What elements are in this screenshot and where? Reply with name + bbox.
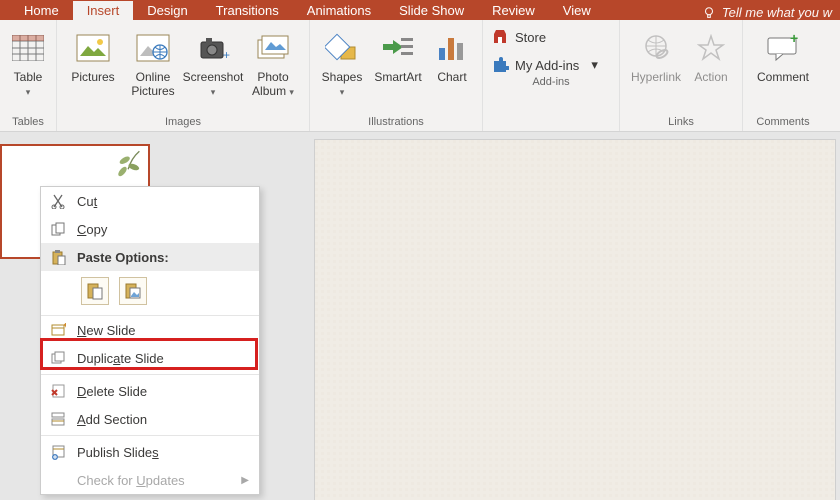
paste-icon bbox=[49, 248, 67, 266]
tab-view[interactable]: View bbox=[549, 1, 605, 20]
tab-home[interactable]: Home bbox=[10, 1, 73, 20]
table-icon bbox=[8, 28, 48, 68]
chart-icon bbox=[432, 28, 472, 68]
new-slide-icon: ✦ bbox=[49, 321, 67, 339]
online-pictures-button[interactable]: Online Pictures bbox=[125, 24, 181, 99]
tab-transitions[interactable]: Transitions bbox=[202, 1, 293, 20]
action-button[interactable]: Action bbox=[688, 24, 734, 85]
delete-slide-icon bbox=[49, 382, 67, 400]
ribbon: Table▾ Tables Pictures Online Pictures + bbox=[0, 20, 840, 132]
svg-text:+: + bbox=[790, 34, 798, 46]
context-paste-options-header: Paste Options: bbox=[41, 243, 259, 271]
copy-icon bbox=[49, 220, 67, 238]
shapes-button[interactable]: Shapes▾ bbox=[318, 24, 366, 99]
context-add-section[interactable]: Add Section bbox=[41, 405, 259, 433]
group-label-links: Links bbox=[628, 114, 734, 131]
slide-context-menu: Cut Copy Paste Options: ✦ New Slide Dupl… bbox=[40, 186, 260, 495]
duplicate-slide-icon bbox=[49, 349, 67, 367]
svg-text:+: + bbox=[223, 48, 230, 62]
tab-slideshow[interactable]: Slide Show bbox=[385, 1, 478, 20]
group-label-images: Images bbox=[65, 114, 301, 131]
publish-slides-icon bbox=[49, 443, 67, 461]
context-check-updates: Check for Updates ▶ bbox=[41, 466, 259, 494]
tell-me-search[interactable]: Tell me what you w bbox=[702, 5, 840, 20]
group-illustrations: Shapes▾ SmartArt Chart Illustrations bbox=[310, 20, 483, 131]
tab-animations[interactable]: Animations bbox=[293, 1, 385, 20]
group-label-tables: Tables bbox=[8, 114, 48, 131]
context-copy[interactable]: Copy bbox=[41, 215, 259, 243]
group-label-illustrations: Illustrations bbox=[318, 114, 474, 131]
context-new-slide[interactable]: ✦ New Slide bbox=[41, 316, 259, 344]
my-addins-button[interactable]: My Add-ins ▾ bbox=[491, 56, 611, 74]
group-links: Hyperlink Action Links bbox=[620, 20, 743, 131]
paste-as-picture[interactable] bbox=[119, 277, 147, 305]
group-label-comments: Comments bbox=[751, 114, 815, 131]
tab-review[interactable]: Review bbox=[478, 1, 549, 20]
addins-icon bbox=[491, 56, 509, 74]
tab-design[interactable]: Design bbox=[133, 1, 201, 20]
screenshot-icon: + bbox=[193, 28, 233, 68]
submenu-arrow-icon: ▶ bbox=[241, 475, 249, 486]
store-button[interactable]: Store bbox=[491, 28, 611, 46]
group-label-addins: Add-ins bbox=[491, 74, 611, 91]
smartart-button[interactable]: SmartArt bbox=[370, 24, 426, 85]
context-delete-slide[interactable]: Delete Slide bbox=[41, 377, 259, 405]
photo-album-button[interactable]: Photo Album ▾ bbox=[245, 24, 301, 99]
ribbon-tabs: Home Insert Design Transitions Animation… bbox=[0, 0, 840, 20]
comment-button[interactable]: + Comment bbox=[751, 24, 815, 85]
paste-options-row bbox=[41, 271, 259, 316]
store-icon bbox=[491, 28, 509, 46]
pictures-button[interactable]: Pictures bbox=[65, 24, 121, 85]
cut-icon bbox=[49, 192, 67, 210]
group-tables: Table▾ Tables bbox=[0, 20, 57, 131]
smartart-icon bbox=[378, 28, 418, 68]
add-section-icon bbox=[49, 410, 67, 428]
comment-icon: + bbox=[763, 28, 803, 68]
lightbulb-icon bbox=[702, 6, 716, 20]
photo-album-icon bbox=[253, 28, 293, 68]
group-images: Pictures Online Pictures + Screenshot▾ P… bbox=[57, 20, 310, 131]
paste-use-destination-theme[interactable] bbox=[81, 277, 109, 305]
pictures-icon bbox=[73, 28, 113, 68]
hyperlink-icon bbox=[636, 28, 676, 68]
table-button[interactable]: Table▾ bbox=[8, 24, 48, 99]
action-icon bbox=[691, 28, 731, 68]
svg-text:✦: ✦ bbox=[62, 323, 66, 330]
group-comments: + Comment Comments bbox=[743, 20, 823, 131]
screenshot-button[interactable]: + Screenshot▾ bbox=[185, 24, 241, 99]
slide-editing-area[interactable] bbox=[315, 140, 835, 500]
context-cut[interactable]: Cut bbox=[41, 187, 259, 215]
context-duplicate-slide[interactable]: Duplicate Slide bbox=[41, 344, 259, 372]
group-addins: Store My Add-ins ▾ Add-ins bbox=[483, 20, 620, 131]
hyperlink-button[interactable]: Hyperlink bbox=[628, 24, 684, 85]
chart-button[interactable]: Chart bbox=[430, 24, 474, 85]
online-pictures-icon bbox=[133, 28, 173, 68]
tab-insert[interactable]: Insert bbox=[73, 1, 134, 20]
context-publish-slides[interactable]: Publish Slides bbox=[41, 438, 259, 466]
shapes-icon bbox=[322, 28, 362, 68]
